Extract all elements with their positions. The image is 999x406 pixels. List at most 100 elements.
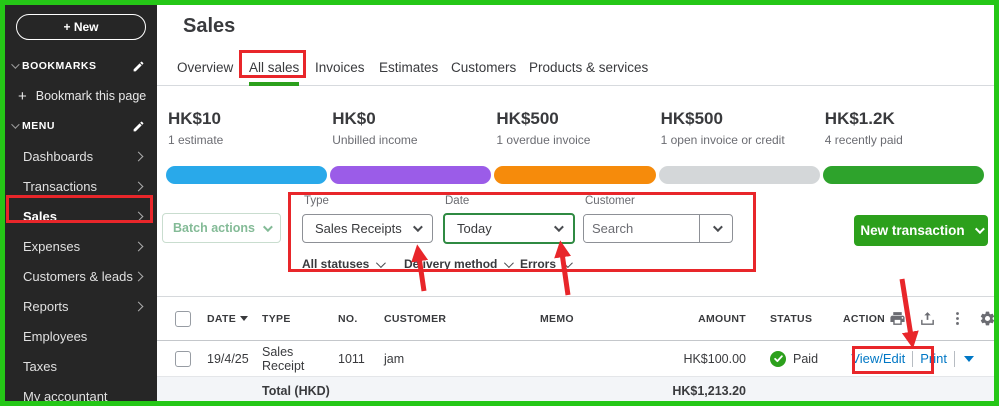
sidebar-item-dashboards[interactable]: Dashboards [5,141,157,171]
column-header-date[interactable]: DATE [207,313,262,325]
print-link[interactable]: Print [920,351,947,366]
cell-customer: jam [384,351,405,366]
date-filter-value: Today [457,221,492,236]
chevron-down-icon [376,257,387,268]
more-options-icon[interactable] [949,310,966,327]
money-card-open-invoice[interactable]: HK$500 1 open invoice or credit [661,109,825,147]
sidebar-item-label: Sales [23,208,57,224]
sidebar-item-label: Customers & leads [23,268,133,284]
tab-all-sales[interactable]: All sales [249,53,300,86]
status-badge: Paid [793,351,819,366]
export-icon[interactable] [919,310,936,327]
row-actions-dropdown-icon[interactable] [964,355,974,362]
money-card-recently-paid[interactable]: HK$1.2K 4 recently paid [825,109,989,147]
batch-actions-label: Batch actions [173,221,255,235]
tab-invoices[interactable]: Invoices [315,53,365,86]
plus-icon: + [18,87,27,105]
customer-search-input[interactable] [584,215,699,242]
money-amount: HK$500 [496,109,559,128]
money-bar-segment-unbilled[interactable] [330,166,492,184]
cell-date: 19/4/25 [207,351,249,366]
table-total-row: Total (HKD) HK$1,213.20 [157,377,994,401]
batch-actions-button[interactable]: Batch actions [162,213,281,243]
chevron-down-icon [412,222,423,233]
sidebar-item-label: Expenses [23,238,81,254]
sidebar-item-sales[interactable]: Sales [5,201,157,231]
page-title: Sales [183,15,236,37]
table-toolbar-icons [889,310,996,327]
errors-filter-label: Errors [520,257,557,271]
sort-desc-icon [240,316,249,321]
status-filter[interactable]: All statuses [302,257,387,271]
type-filter-value: Sales Receipts [315,221,402,236]
sidebar-item-my-accountant[interactable]: My accountant [5,381,157,402]
new-transaction-label: New transaction [860,223,965,238]
type-filter-label: Type [304,195,329,207]
sidebar-item-expenses[interactable]: Expenses [5,231,157,261]
money-bar-segment-estimate[interactable] [166,166,328,184]
sidebar-item-label: Dashboards [23,148,94,164]
divider [912,350,914,367]
type-filter-select[interactable]: Sales Receipts [302,214,433,243]
chevron-down-icon [553,222,564,233]
chevron-right-icon [133,241,144,251]
chevron-down-icon[interactable] [11,60,20,69]
printer-icon[interactable] [889,310,906,327]
tab-estimates[interactable]: Estimates [379,53,438,86]
sidebar-item-label: Taxes [23,358,57,374]
column-header-label: DATE [207,312,237,325]
money-card-estimate[interactable]: HK$10 1 estimate [168,109,332,147]
table-header-row: DATE TYPE NO. CUSTOMER MEMO AMOUNT STATU… [157,297,994,341]
chevron-down-icon [974,224,985,235]
select-all-checkbox[interactable] [175,310,191,327]
cell-amount: HK$100.00 [683,351,746,366]
sidebar-item-reports[interactable]: Reports [5,291,157,321]
edit-icon[interactable] [132,120,145,133]
sidebar-item-taxes[interactable]: Taxes [5,351,157,381]
money-bar-cards: HK$10 1 estimate HK$0 Unbilled income HK… [168,109,989,147]
tab-products-services[interactable]: Products & services [529,53,648,86]
chevron-right-icon [133,271,144,281]
chevron-right-icon [133,301,144,311]
customer-search-chevron[interactable] [699,215,732,242]
sidebar-item-label: Employees [23,328,88,344]
divider [954,350,955,367]
sidebar-item-customers-leads[interactable]: Customers & leads [5,261,157,291]
delivery-method-filter-label: Delivery method [404,257,498,271]
gear-icon[interactable] [979,310,996,327]
paid-check-icon [770,350,786,367]
delivery-method-filter[interactable]: Delivery method [404,257,515,271]
money-amount: HK$0 [332,109,376,128]
money-amount: HK$1.2K [824,109,895,128]
money-bar-segment-recently-paid[interactable] [822,166,985,184]
money-bar-segment-open-invoice[interactable] [658,166,820,184]
column-header-action: ACTION [834,310,994,327]
money-card-overdue[interactable]: HK$500 1 overdue invoice [496,109,660,147]
screenshot-frame: + New BOOKMARKS + Bookmark this page MEN… [0,0,999,406]
tab-customers[interactable]: Customers [451,53,516,86]
date-filter-select[interactable]: Today [443,213,575,244]
view-edit-link[interactable]: View/Edit [851,351,905,366]
money-label: 1 open invoice or credit [660,133,785,147]
money-card-unbilled[interactable]: HK$0 Unbilled income [332,109,496,147]
new-transaction-button[interactable]: New transaction [854,215,988,246]
column-header-customer: CUSTOMER [384,312,447,325]
bookmarks-header-label: BOOKMARKS [22,60,97,72]
errors-filter[interactable]: Errors [520,257,573,271]
sidebar-item-employees[interactable]: Employees [5,321,157,351]
chevron-down-icon [562,257,573,268]
cell-status: Paid [746,350,834,367]
chevron-right-icon [133,151,144,161]
cell-no: 1011 [338,351,365,366]
bookmark-this-page[interactable]: + Bookmark this page [5,85,157,107]
sidebar-item-transactions[interactable]: Transactions [5,171,157,201]
tab-overview[interactable]: Overview [177,53,233,86]
bookmark-this-page-label: Bookmark this page [35,89,147,103]
new-button[interactable]: + New [16,14,146,40]
edit-icon[interactable] [132,60,145,73]
chevron-down-icon[interactable] [11,120,20,129]
cell-type: Sales Receipt [262,344,305,373]
money-bar-segment-overdue[interactable] [494,166,656,184]
row-checkbox[interactable] [175,350,191,367]
money-label: 4 recently paid [824,133,903,147]
